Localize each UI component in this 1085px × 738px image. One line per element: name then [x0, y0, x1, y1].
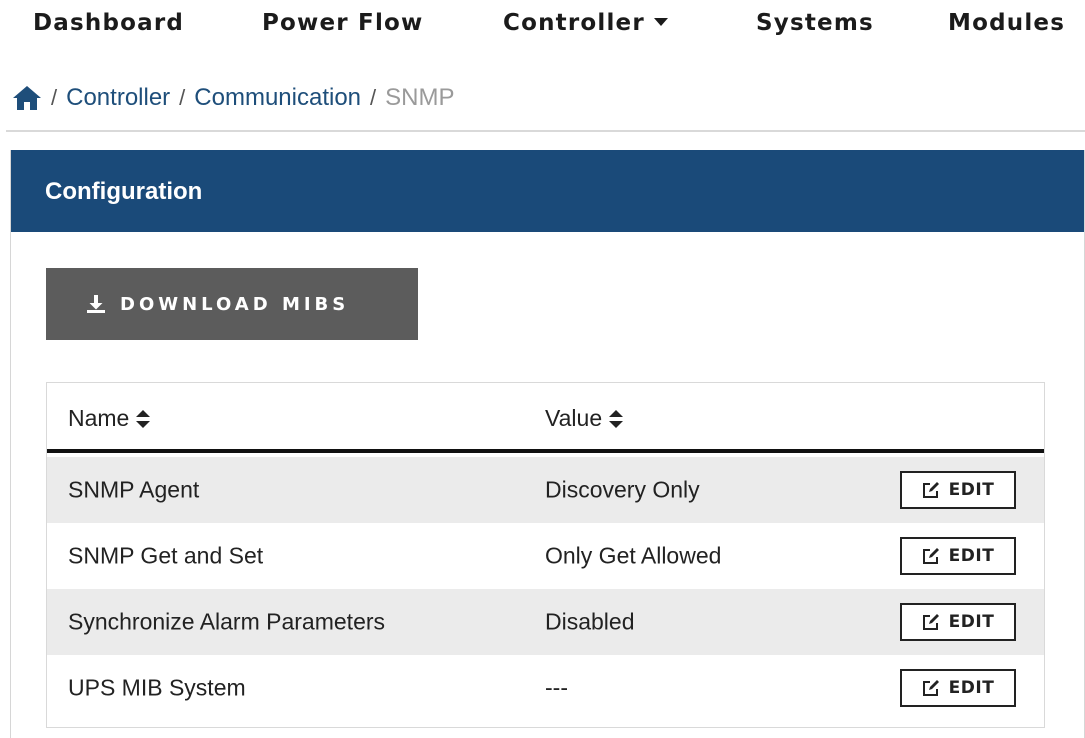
- edit-button[interactable]: EDIT: [900, 603, 1016, 641]
- table-header: Name Value: [47, 383, 1044, 453]
- row-value: Disabled: [545, 608, 635, 635]
- breadcrumb-link-communication[interactable]: Communication: [194, 84, 361, 112]
- column-header-name[interactable]: Name: [68, 405, 151, 432]
- nav-item-label: Systems: [756, 10, 874, 36]
- edit-button-label: EDIT: [948, 678, 995, 698]
- configuration-panel: Configuration DOWNLOAD MIBS Name Value S…: [10, 150, 1085, 738]
- breadcrumb-separator: /: [51, 85, 58, 110]
- edit-button[interactable]: EDIT: [900, 669, 1016, 707]
- nav-item-label: Dashboard: [33, 10, 185, 36]
- table-row: SNMP Agent Discovery Only EDIT: [47, 457, 1044, 523]
- top-nav: Dashboard Power Flow Controller Systems …: [0, 0, 1085, 52]
- nav-item-dashboard[interactable]: Dashboard: [33, 10, 184, 36]
- column-header-label: Name: [68, 405, 130, 431]
- nav-item-power-flow[interactable]: Power Flow: [262, 10, 424, 36]
- edit-button[interactable]: EDIT: [900, 537, 1016, 575]
- breadcrumb: / Controller / Communication / SNMP: [12, 82, 455, 114]
- edit-icon: [922, 614, 939, 630]
- panel-header: Configuration: [11, 150, 1084, 232]
- sort-icon: [609, 409, 624, 428]
- row-value: Only Get Allowed: [545, 542, 722, 569]
- breadcrumb-separator: /: [370, 85, 377, 110]
- nav-item-label: Power Flow: [262, 10, 424, 36]
- breadcrumb-current: SNMP: [385, 84, 455, 111]
- caret-down-icon: [653, 18, 668, 26]
- sort-icon: [136, 409, 151, 428]
- edit-icon: [922, 680, 939, 696]
- edit-button-label: EDIT: [948, 612, 995, 632]
- column-header-label: Value: [545, 405, 603, 431]
- table-row: Synchronize Alarm Parameters Disabled ED…: [47, 589, 1044, 655]
- nav-item-label: Modules: [948, 10, 1066, 36]
- breadcrumb-link-controller[interactable]: Controller: [66, 84, 170, 112]
- home-icon[interactable]: [12, 84, 42, 112]
- row-name: SNMP Agent: [68, 476, 200, 503]
- download-icon: [87, 295, 105, 313]
- table-row: SNMP Get and Set Only Get Allowed EDIT: [47, 523, 1044, 589]
- panel-title: Configuration: [45, 178, 203, 205]
- row-name: SNMP Get and Set: [68, 542, 264, 569]
- edit-button-label: EDIT: [948, 480, 995, 500]
- column-header-value[interactable]: Value: [545, 405, 624, 432]
- row-value: ---: [545, 674, 568, 701]
- nav-item-systems[interactable]: Systems: [756, 10, 874, 36]
- breadcrumb-separator: /: [179, 85, 186, 110]
- nav-item-controller[interactable]: Controller: [503, 10, 668, 36]
- nav-item-label: Controller: [503, 10, 645, 36]
- download-mibs-label: DOWNLOAD MIBS: [120, 293, 350, 315]
- download-mibs-button[interactable]: DOWNLOAD MIBS: [46, 268, 418, 340]
- edit-button[interactable]: EDIT: [900, 471, 1016, 509]
- edit-icon: [922, 548, 939, 564]
- edit-icon: [922, 482, 939, 498]
- breadcrumb-divider: [6, 130, 1085, 132]
- nav-item-modules[interactable]: Modules: [948, 10, 1065, 36]
- table-row: UPS MIB System --- EDIT: [47, 655, 1044, 721]
- row-name: Synchronize Alarm Parameters: [68, 608, 386, 635]
- row-name: UPS MIB System: [68, 674, 246, 701]
- row-value: Discovery Only: [545, 476, 700, 503]
- edit-button-label: EDIT: [948, 546, 995, 566]
- snmp-table: Name Value SNMP Agent Discovery Only EDI…: [46, 382, 1045, 728]
